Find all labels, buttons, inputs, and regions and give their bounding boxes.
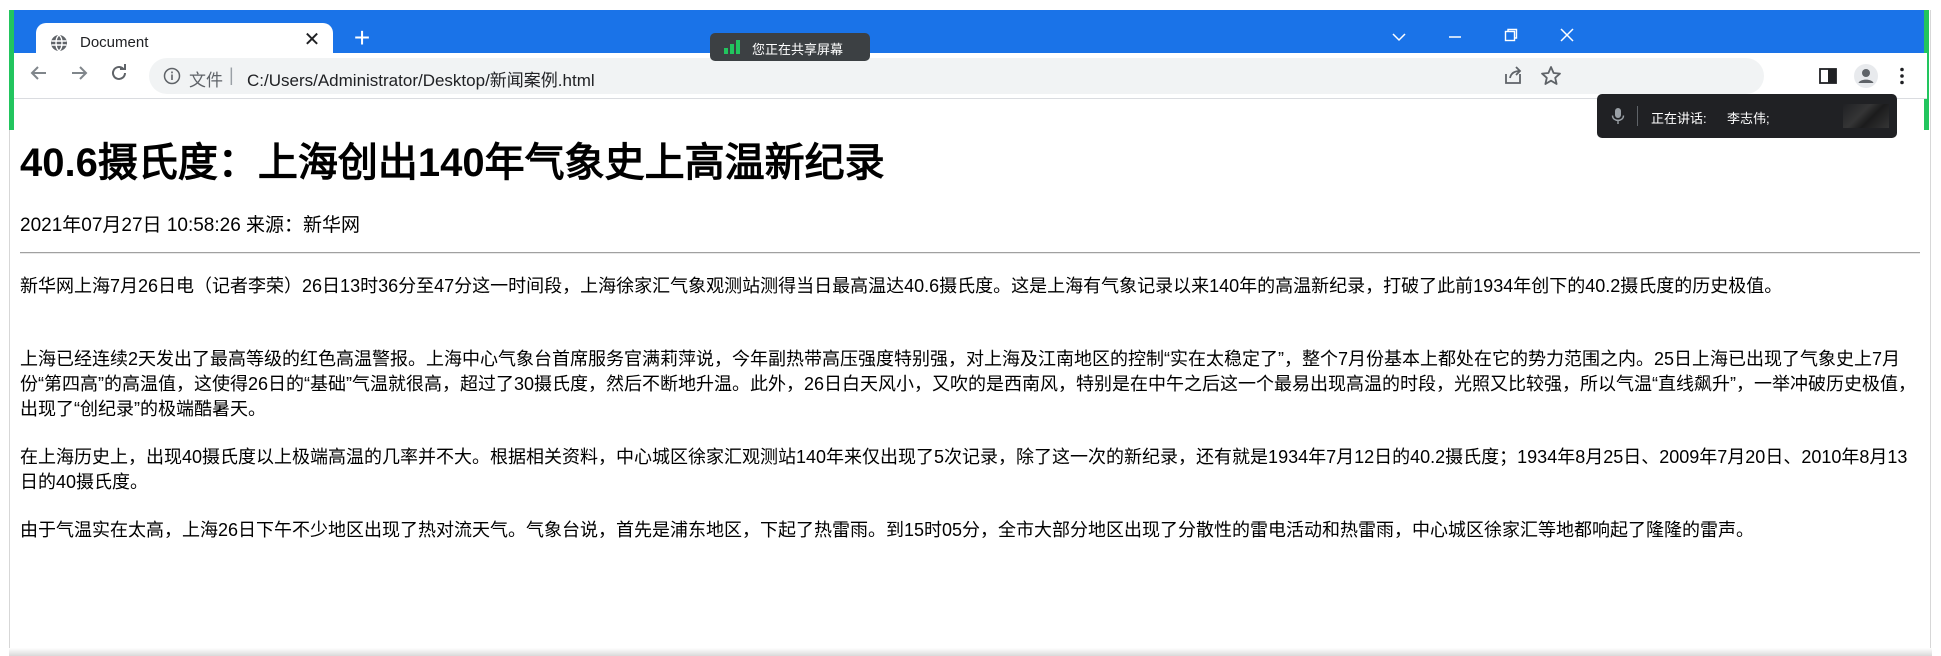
article-paragraph: 新华网上海7月26日电（记者李荣）26日13时36分至47分这一时间段，上海徐家…	[20, 276, 1783, 296]
window-bottom-edge	[9, 648, 1932, 656]
forward-icon[interactable]	[64, 61, 94, 91]
profile-icon[interactable]	[1852, 62, 1880, 90]
back-icon[interactable]	[24, 61, 54, 91]
share-icon[interactable]	[1499, 62, 1527, 90]
microphone-icon	[1611, 108, 1625, 124]
side-panel-icon[interactable]	[1814, 62, 1842, 90]
url-separator: |	[229, 65, 234, 85]
article-title: 40.6摄氏度：上海创出140年气象史上高温新纪录	[20, 141, 885, 185]
restore-icon[interactable]	[1489, 24, 1533, 52]
url-text[interactable]: C:/Users/Administrator/Desktop/新闻案例.html	[247, 66, 595, 91]
divider	[20, 252, 1920, 254]
globe-icon	[51, 34, 67, 52]
chevron-down-icon[interactable]	[1377, 24, 1421, 52]
more-icon[interactable]	[1888, 62, 1916, 90]
screen: Document ✕ + 文件 | C:/Users/Administrator…	[0, 0, 1941, 656]
tab-title: Document	[80, 34, 149, 51]
speaker-avatar-decor	[1843, 104, 1889, 128]
star-icon[interactable]	[1537, 62, 1565, 90]
browser-toolbar: 文件 | C:/Users/Administrator/Desktop/新闻案例…	[14, 53, 1927, 99]
minimize-icon[interactable]	[1433, 24, 1477, 52]
url-scheme-label: 文件	[189, 71, 223, 90]
address-bar[interactable]: 文件 | C:/Users/Administrator/Desktop/新闻案例…	[149, 58, 1764, 94]
close-icon[interactable]	[1545, 24, 1589, 52]
article-paragraph: 在上海历史上，出现40摄氏度以上极端高温的几率并不大。根据相关资料，中心城区徐家…	[20, 447, 1908, 492]
article-meta: 2021年07月27日 10:58:26 来源：新华网	[20, 215, 361, 236]
article-paragraph: 上海已经连续2天发出了最高等级的红色高温警报。上海中心气象台首席服务官满莉萍说，…	[20, 349, 1917, 419]
speaking-indicator: 正在讲话: 李志伟;	[1597, 94, 1897, 138]
plus-icon[interactable]: +	[348, 24, 376, 53]
divider	[1637, 106, 1638, 126]
signal-bars-icon	[724, 40, 740, 54]
screen-sharing-notice[interactable]: 您正在共享屏幕	[710, 33, 870, 61]
browser-titlebar: Document ✕ +	[14, 10, 1927, 63]
article-paragraph: 由于气温实在太高，上海26日下午不少地区出现了热对流天气。气象台说，首先是浦东地…	[20, 520, 1755, 540]
info-icon[interactable]	[163, 67, 181, 85]
speaker-name: 李志伟;	[1727, 111, 1770, 126]
sharing-text: 您正在共享屏幕	[752, 42, 844, 57]
close-icon[interactable]: ✕	[301, 29, 323, 51]
speaking-label: 正在讲话:	[1651, 111, 1707, 126]
reload-icon[interactable]	[104, 61, 134, 91]
